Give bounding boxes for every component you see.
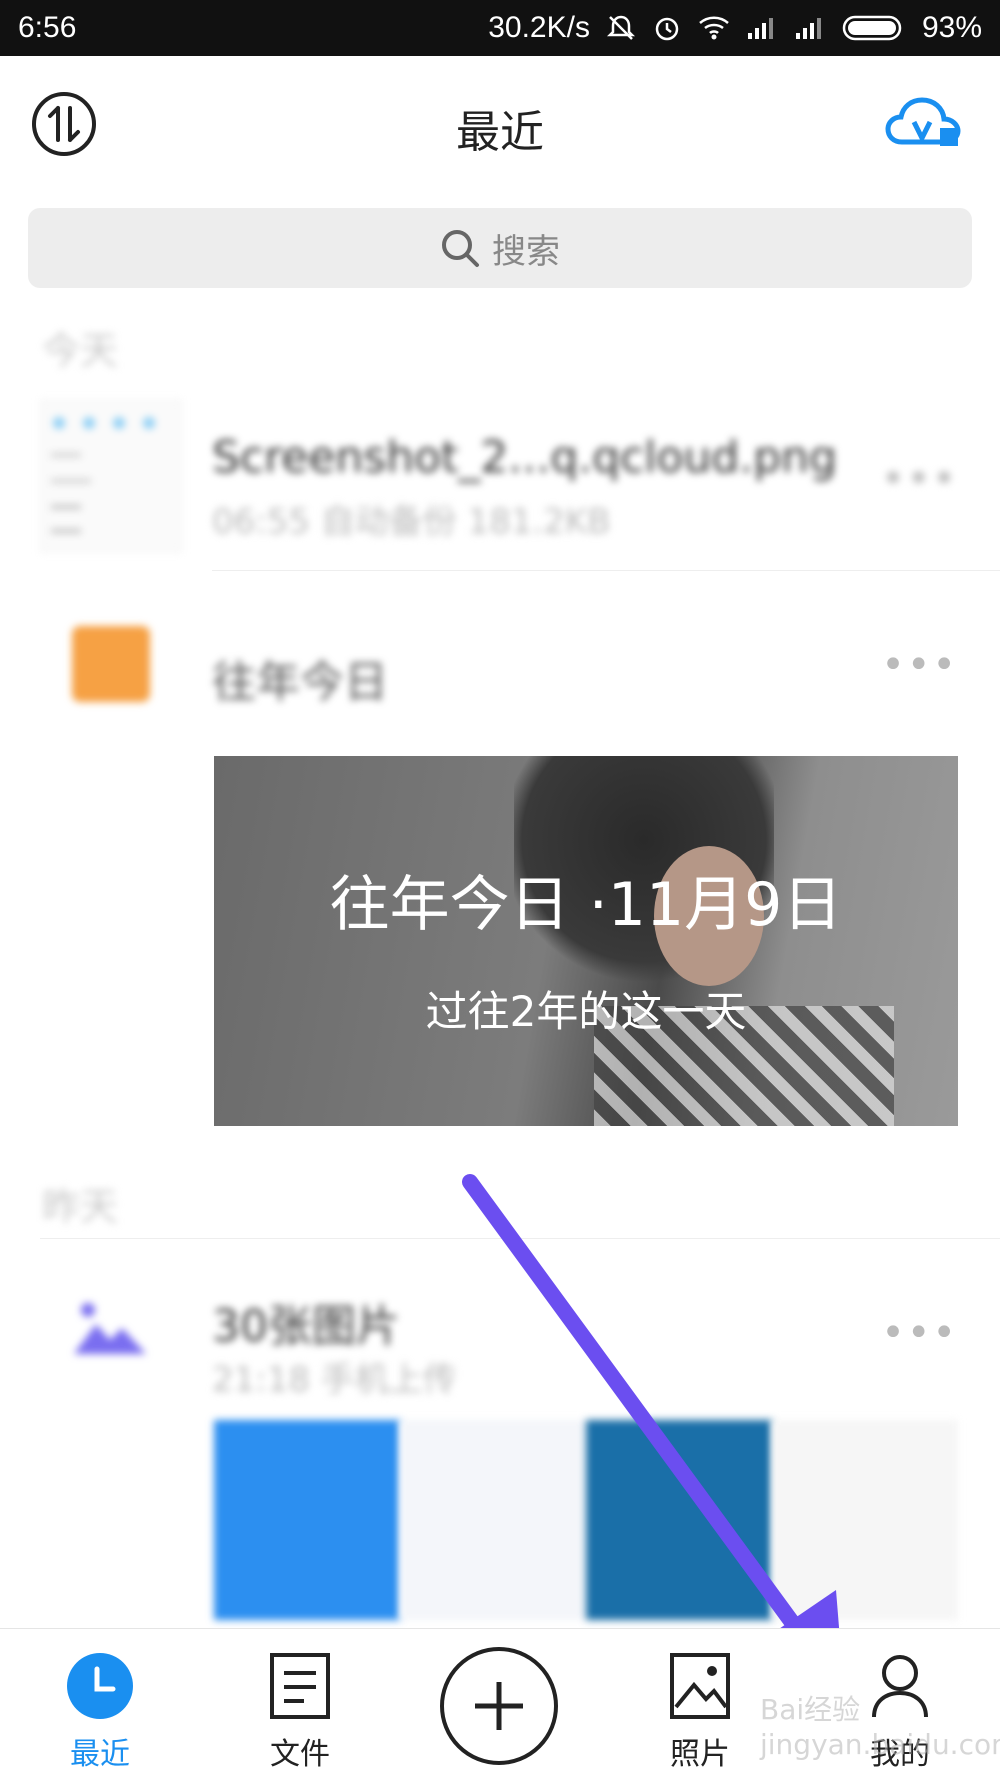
nav-recent[interactable]: 最近 bbox=[30, 1629, 170, 1779]
plus-icon bbox=[475, 1682, 523, 1730]
memories-title[interactable]: 往年今日 bbox=[212, 646, 388, 710]
calendar-icon bbox=[72, 626, 150, 702]
status-bar: 6:56 30.2K/s 93% bbox=[0, 0, 1000, 56]
nav-photos[interactable]: 照片 bbox=[630, 1629, 770, 1779]
more-icon[interactable]: ••• bbox=[881, 456, 958, 502]
nav-recent-label: 最近 bbox=[70, 1737, 130, 1772]
photo-icon bbox=[670, 1653, 730, 1719]
nav-files-label: 文件 bbox=[270, 1737, 330, 1772]
vip-cloud-icon bbox=[885, 97, 961, 146]
section-today: 今天 bbox=[42, 329, 119, 373]
photo-thumbnail[interactable] bbox=[772, 1420, 958, 1620]
status-indicators: 30.2K/s 93% bbox=[488, 11, 982, 45]
banner-subtitle: 过往2年的这一天 bbox=[425, 987, 747, 1036]
screenshot-file-meta: 06:55 自动备份 181.2KB bbox=[212, 502, 611, 542]
banner-title: 往年今日 ·11月9日 bbox=[329, 870, 843, 940]
network-speed: 30.2K/s bbox=[488, 11, 590, 44]
add-button[interactable] bbox=[440, 1647, 558, 1765]
battery-icon bbox=[842, 14, 906, 42]
divider bbox=[40, 1238, 1000, 1239]
image-icon bbox=[74, 1303, 146, 1354]
photo-thumbnail[interactable] bbox=[400, 1420, 586, 1620]
signal-icon-2 bbox=[794, 15, 826, 41]
status-time: 6:56 bbox=[18, 11, 77, 44]
section-yesterday: 昨天 bbox=[42, 1185, 119, 1229]
mute-icon bbox=[606, 13, 636, 43]
photos-meta: 21:18 手机上传 bbox=[212, 1360, 457, 1400]
app-header: 最近 bbox=[0, 56, 1000, 196]
nav-files[interactable]: 文件 bbox=[230, 1629, 370, 1779]
memories-banner[interactable]: 往年今日 ·11月9日 过往2年的这一天 bbox=[214, 756, 958, 1126]
battery-level: 93% bbox=[921, 11, 982, 44]
signal-icon-1 bbox=[746, 15, 778, 41]
screenshot-thumbnail[interactable] bbox=[40, 400, 182, 552]
clock-icon bbox=[67, 1653, 133, 1719]
wifi-icon bbox=[698, 15, 730, 41]
search-icon bbox=[442, 230, 479, 267]
watermark: Bai经验 jingyan.baidu.com bbox=[760, 1693, 1000, 1761]
photo-thumbnail[interactable] bbox=[214, 1420, 400, 1620]
more-icon[interactable]: ••• bbox=[881, 1310, 958, 1356]
search-placeholder: 搜索 bbox=[492, 231, 560, 272]
document-icon bbox=[270, 1653, 330, 1719]
photos-title[interactable]: 30张图片 bbox=[212, 1290, 400, 1354]
photo-thumbnail[interactable] bbox=[586, 1420, 772, 1620]
page-title: 最近 bbox=[456, 107, 544, 158]
more-icon[interactable]: ••• bbox=[881, 642, 958, 688]
nav-photos-label: 照片 bbox=[670, 1737, 730, 1772]
divider bbox=[212, 570, 1000, 571]
screenshot-file-name[interactable]: Screenshot_2...q.qcloud.png bbox=[212, 432, 837, 483]
vip-cloud-button[interactable] bbox=[884, 92, 968, 156]
alarm-icon bbox=[652, 13, 682, 43]
search-bar[interactable]: 搜索 bbox=[28, 208, 972, 288]
